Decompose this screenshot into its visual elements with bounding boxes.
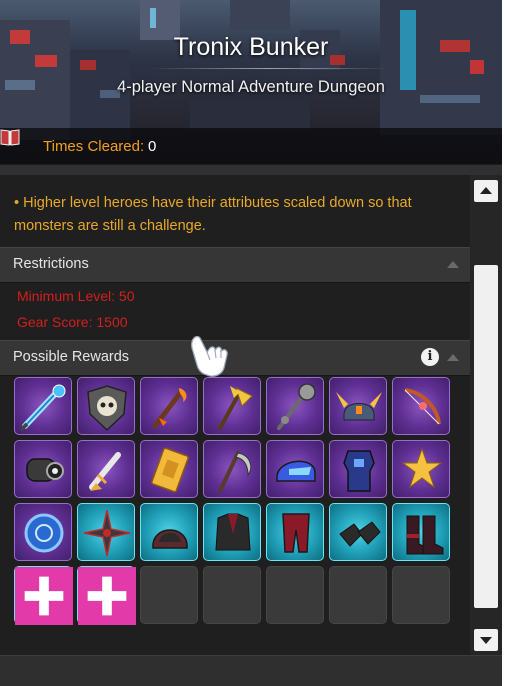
times-cleared-label: Times Cleared: xyxy=(43,138,145,155)
scythe-icon xyxy=(218,451,252,493)
reward-slot[interactable] xyxy=(266,440,324,498)
reward-slot[interactable] xyxy=(77,566,136,625)
gold-star-icon xyxy=(401,447,443,489)
reward-slot[interactable] xyxy=(77,440,135,498)
mace-icon xyxy=(277,383,316,430)
reward-slot[interactable] xyxy=(203,440,261,498)
reward-slot[interactable] xyxy=(14,440,72,498)
empty-reward-slot xyxy=(266,566,324,624)
leg-armor-icon xyxy=(282,513,310,553)
times-cleared-bar: Times Cleared: 0 xyxy=(0,128,502,164)
details-scroll-area[interactable]: • Higher level heroes have their attribu… xyxy=(0,175,470,655)
reward-slot[interactable] xyxy=(77,377,135,435)
restrictions-header[interactable]: Restrictions xyxy=(0,247,470,283)
reward-slot[interactable] xyxy=(140,440,198,498)
possible-rewards-title: Possible Rewards xyxy=(13,349,130,365)
reward-slot[interactable] xyxy=(329,377,387,435)
bow-icon xyxy=(404,388,441,425)
reward-slot[interactable] xyxy=(329,440,387,498)
scroll-down-button[interactable] xyxy=(474,629,498,651)
empty-reward-slot xyxy=(392,566,450,624)
info-icon[interactable]: i xyxy=(421,348,439,366)
scroll-up-button[interactable] xyxy=(474,180,498,202)
reward-slot[interactable] xyxy=(14,377,72,435)
arrow-up-icon xyxy=(480,187,492,194)
reward-slot[interactable] xyxy=(329,503,387,561)
plus-badge-icon xyxy=(78,567,136,625)
scrollbar-thumb[interactable] xyxy=(474,265,498,608)
panel-footer xyxy=(0,655,502,686)
skull-shield-icon xyxy=(87,385,127,432)
reward-slot[interactable] xyxy=(203,377,261,435)
reward-slot[interactable] xyxy=(14,566,73,625)
dungeon-banner: Tronix Bunker 4-player Normal Adventure … xyxy=(0,0,502,165)
flame-staff-icon xyxy=(152,388,187,429)
shuriken-icon xyxy=(83,509,131,557)
golden-axe-icon xyxy=(218,386,253,430)
rewards-grid xyxy=(14,377,462,633)
orb-icon xyxy=(24,513,64,553)
times-cleared-value: 0 xyxy=(148,138,157,155)
chest-armor-icon xyxy=(215,513,251,551)
reward-slot[interactable] xyxy=(266,377,324,435)
horned-helmet-icon xyxy=(336,392,382,421)
boots-icon xyxy=(406,515,444,555)
restrictions-title: Restrictions xyxy=(13,256,89,272)
reward-slot[interactable] xyxy=(266,503,324,561)
dungeon-info-panel: Tronix Bunker 4-player Normal Adventure … xyxy=(0,0,502,686)
empty-reward-slot xyxy=(329,566,387,624)
scaling-description: • Higher level heroes have their attribu… xyxy=(14,195,412,234)
dagger-icon xyxy=(89,452,121,491)
dungeon-subtitle: 4-player Normal Adventure Dungeon xyxy=(117,78,385,96)
collapse-caret-icon[interactable] xyxy=(447,354,459,361)
hand-pointer-cursor-icon xyxy=(190,335,228,377)
empty-reward-slot xyxy=(140,566,198,624)
section-separator xyxy=(0,165,502,175)
empty-reward-slot xyxy=(203,566,261,624)
arm-cannon-icon xyxy=(26,458,64,482)
reward-slot[interactable] xyxy=(140,503,198,561)
tech-helmet-icon xyxy=(276,460,316,482)
possible-rewards-header[interactable]: Possible Rewards i xyxy=(0,340,470,376)
arrow-down-icon xyxy=(480,637,492,644)
reward-slot[interactable] xyxy=(392,440,450,498)
reward-slot[interactable] xyxy=(392,377,450,435)
tome-icon xyxy=(151,447,189,493)
title-divider xyxy=(150,68,390,69)
gear-score-requirement: Gear Score: 1500 xyxy=(17,314,128,330)
hood-icon xyxy=(152,529,188,549)
reward-slot[interactable] xyxy=(77,503,135,561)
reward-slot[interactable] xyxy=(392,503,450,561)
reward-slot[interactable] xyxy=(140,377,198,435)
gloves-icon xyxy=(339,521,381,547)
vertical-scrollbar[interactable] xyxy=(470,175,502,655)
plus-badge-icon xyxy=(15,567,73,625)
dungeon-title: Tronix Bunker xyxy=(173,33,329,61)
collapse-caret-icon[interactable] xyxy=(447,261,459,268)
minimum-level-requirement: Minimum Level: 50 xyxy=(17,288,135,304)
reward-slot[interactable] xyxy=(203,503,261,561)
book-icon xyxy=(0,129,20,146)
armor-suit-icon xyxy=(343,450,375,492)
blue-spiked-sword-icon xyxy=(19,384,66,432)
reward-slot[interactable] xyxy=(14,503,72,561)
